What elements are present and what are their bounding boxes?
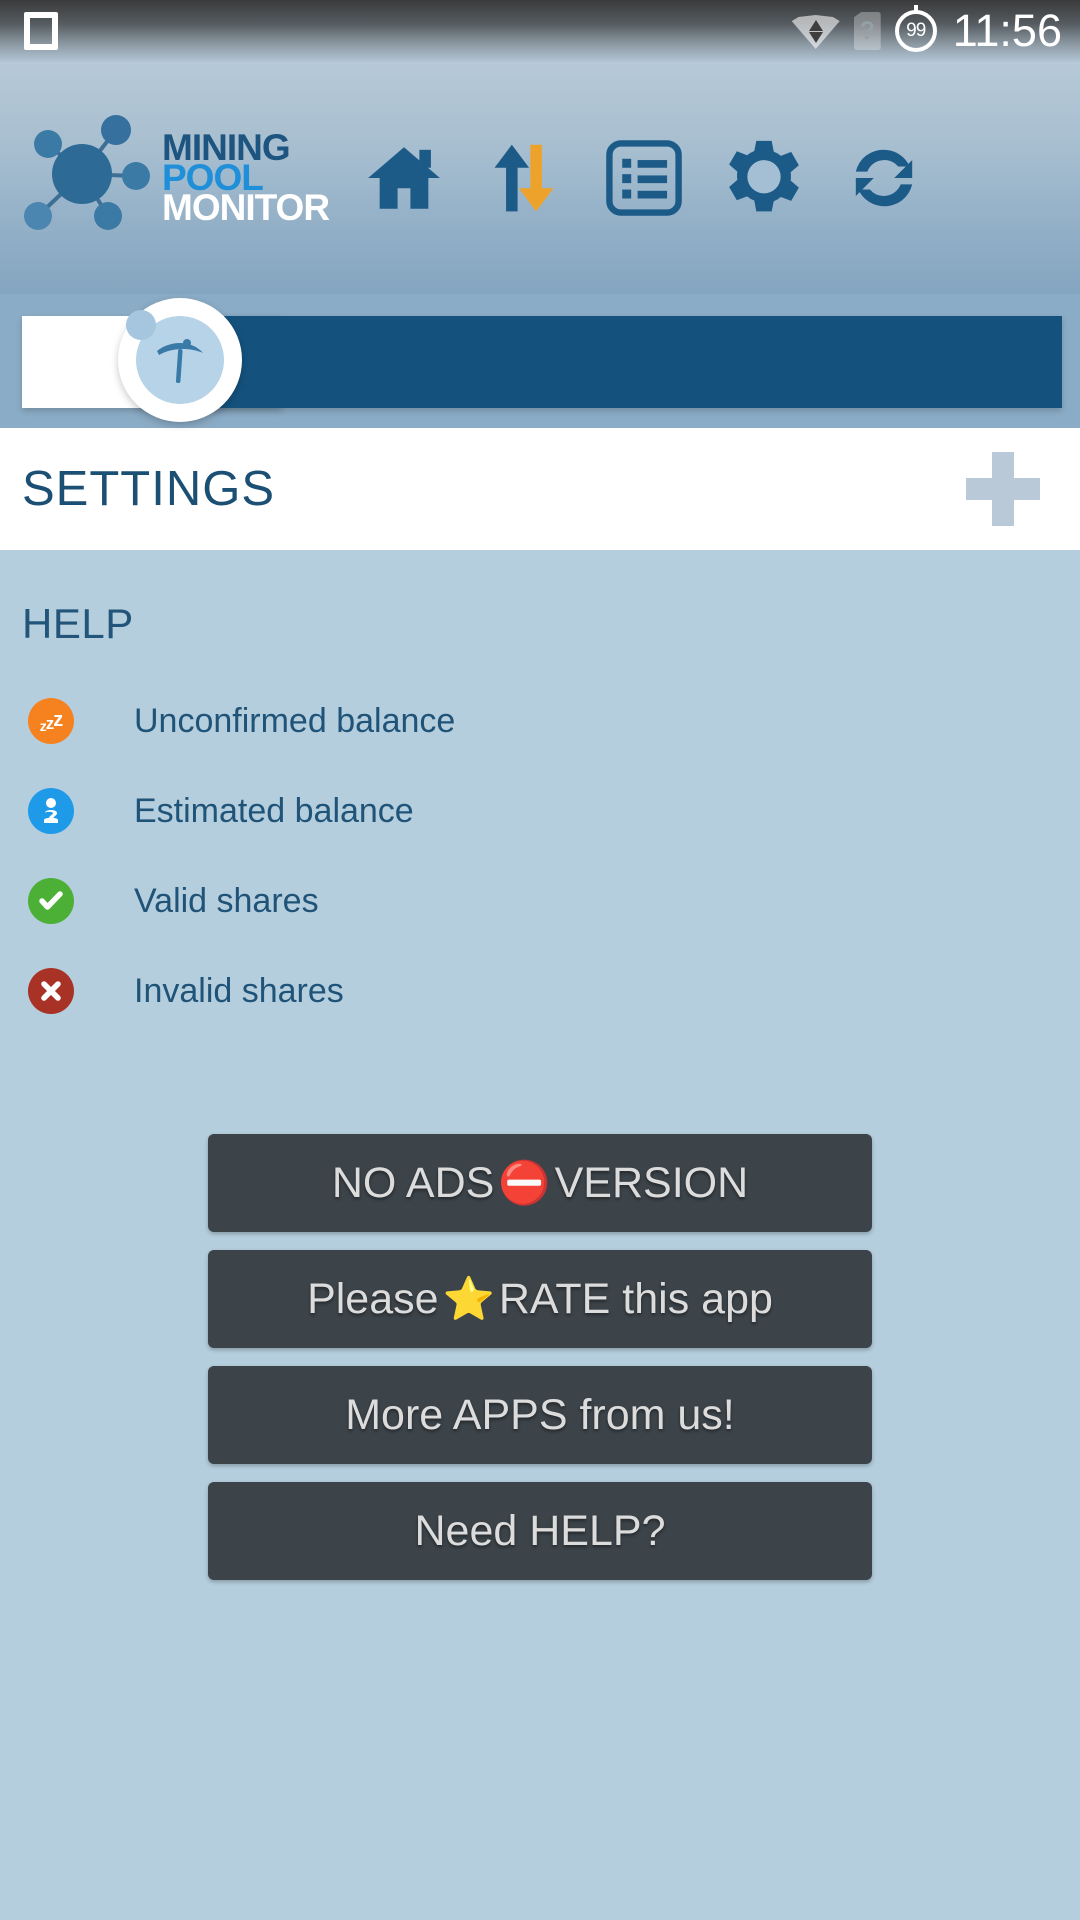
network-nodes-logo [24,115,150,230]
status-bar-clock: 11:56 [952,5,1062,56]
list-item-label: Valid shares [134,881,319,920]
check-glyph [39,891,63,910]
app-header: MINING POOL MONITOR [0,62,1080,294]
refresh-icon[interactable] [843,137,925,219]
button-text-before: Need HELP? [414,1506,666,1555]
brand-line-monitor: MONITOR [162,187,330,229]
need-help-button[interactable]: Need HELP? [208,1482,872,1580]
plus-icon[interactable] [966,452,1040,526]
ad-badge-inner [126,310,224,404]
app-brand: MINING POOL MONITOR [12,112,330,244]
list-item: zzz Unconfirmed balance [28,676,1080,766]
button-text-before: NO ADS [331,1158,495,1207]
cross-glyph [41,981,61,1001]
list-item-label: Invalid shares [134,971,344,1010]
screenshot-square-icon [24,12,58,50]
list-item: Valid shares [28,856,1080,946]
button-text-after: VERSION [554,1158,749,1207]
main-content: HELP zzz Unconfirmed balance Estimated b… [0,550,1080,1920]
advertisement-banner[interactable] [0,294,1080,428]
status-bar-left [24,12,58,50]
transfers-icon[interactable] [483,137,565,219]
list-item-label: Unconfirmed balance [134,701,456,740]
more-apps-button[interactable]: More APPS from us! [208,1366,872,1464]
x-circle-icon [28,968,74,1014]
app-screen: ? 99 11:56 MINING POOL MONITOR SETTINGS … [0,0,1080,1920]
star-icon: ⭐ [442,1275,495,1322]
ad-navy-panel [150,316,1062,408]
list-item-label: Estimated balance [134,791,414,830]
sleep-zzz-icon: zzz [28,698,74,744]
list-item: Invalid shares [28,946,1080,1036]
question-mark-icon [28,788,74,834]
battery-level-text: 99 [906,20,926,41]
brand-wordmark: MINING POOL MONITOR [162,128,330,229]
header-action-bar [363,137,925,219]
wifi-transfer-icon [791,11,840,51]
ad-badge-dot [126,310,156,340]
list-icon[interactable] [603,137,685,219]
help-section-heading: HELP [22,600,134,647]
pickaxe-icon [157,339,203,383]
status-bar-right: ? 99 11:56 [791,5,1062,57]
battery-nub [913,5,918,13]
button-text-before: Please [307,1274,439,1323]
list-item: Estimated balance [28,766,1080,856]
home-icon[interactable] [363,137,445,219]
action-button-stack: NO ADS ⛔ VERSION Please ⭐ RATE this app … [208,1134,872,1580]
button-text-after: RATE this app [498,1274,773,1323]
check-circle-icon [28,878,74,924]
zzz-glyph: zzz [39,708,64,734]
no-ads-version-button[interactable]: NO ADS ⛔ VERSION [208,1134,872,1232]
gear-icon[interactable] [723,137,805,219]
sim-glyph: ? [859,16,875,45]
page-title-bar: SETTINGS [0,428,1080,550]
battery-circle-icon: 99 [894,5,937,52]
help-legend-list: zzz Unconfirmed balance Estimated balanc… [0,676,1080,1036]
wifi-up-arrow [808,20,823,31]
sim-card-unknown-icon: ? [853,12,881,50]
wifi-down-arrow [808,32,823,43]
status-bar: ? 99 11:56 [0,0,1080,62]
page-title: SETTINGS [22,462,276,516]
rate-app-button[interactable]: Please ⭐ RATE this app [208,1250,872,1348]
prohibited-icon: ⛔ [498,1159,551,1206]
question-glyph [44,798,58,823]
ad-badge [118,298,242,422]
button-text-before: More APPS from us! [345,1390,735,1439]
